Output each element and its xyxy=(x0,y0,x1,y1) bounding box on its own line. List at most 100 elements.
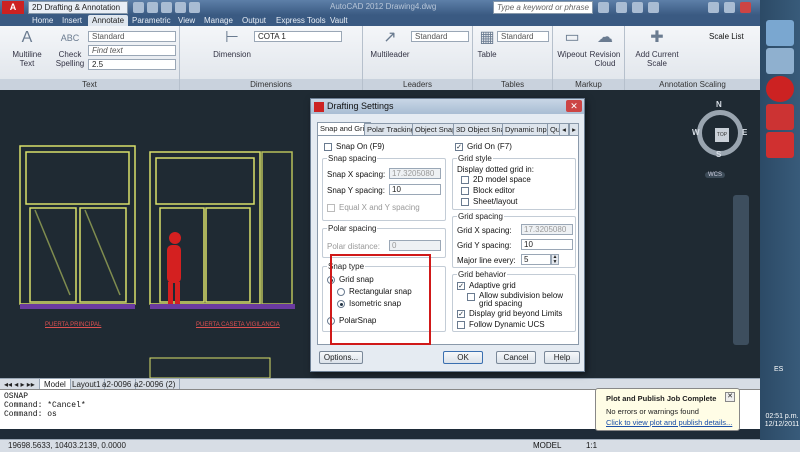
close-icon[interactable] xyxy=(740,2,751,13)
wipeout-button[interactable]: ▭ Wipeout xyxy=(557,28,587,59)
tab-insert[interactable]: Insert xyxy=(58,15,86,26)
grid-x-input[interactable]: 17.3205080 xyxy=(521,224,573,235)
tab-express-tools[interactable]: Express Tools xyxy=(272,15,330,26)
clock-time: 02:51 p.m. xyxy=(765,413,799,420)
dim-style-select[interactable]: COTA 1 xyxy=(254,31,342,42)
grid-y-input[interactable]: 10 xyxy=(521,239,573,250)
tab-polar-tracking[interactable]: Polar Tracking xyxy=(364,123,418,135)
left-floor-strip xyxy=(20,304,135,309)
add-current-scale-button[interactable]: ✚ Add Current Scale xyxy=(629,28,685,68)
equal-spacing-checkbox[interactable] xyxy=(327,204,335,212)
system-clock[interactable]: 02:51 p.m. 12/12/2011 xyxy=(764,413,800,429)
annotation-scaling-panel-title[interactable]: Annotation Scaling xyxy=(625,79,760,90)
tab-home[interactable]: Home xyxy=(28,15,57,26)
acrobat-icon[interactable] xyxy=(766,104,794,130)
dimensions-panel-title[interactable]: Dimensions xyxy=(180,79,362,90)
save-icon[interactable] xyxy=(161,2,172,13)
subdivision-label: Allow subdivision below grid spacing xyxy=(479,291,564,308)
help-button[interactable]: Help xyxy=(544,351,580,364)
major-line-spinner[interactable]: ▲ ▼ xyxy=(551,254,559,265)
text-style-select[interactable]: Standard xyxy=(88,31,176,42)
compass-e: E xyxy=(742,128,748,137)
star-icon[interactable] xyxy=(632,2,643,13)
dialog-title-bar[interactable]: Drafting Settings ✕ xyxy=(311,99,584,114)
locale-indicator[interactable]: ES xyxy=(774,366,783,373)
minimize-icon[interactable] xyxy=(708,2,719,13)
major-line-input[interactable]: 5 xyxy=(521,254,551,265)
check-spelling-button[interactable]: ABC Check Spelling xyxy=(52,28,88,68)
undo-icon[interactable] xyxy=(175,2,186,13)
maximize-icon[interactable] xyxy=(724,2,735,13)
plot-complete-notification[interactable]: Plot and Publish Job Complete No errors … xyxy=(595,388,740,431)
leaders-panel-title[interactable]: Leaders xyxy=(363,79,472,90)
table-button[interactable]: ▦ Table xyxy=(475,28,499,59)
multiline-text-label: Multiline Text xyxy=(12,50,42,68)
search-input[interactable]: Type a keyword or phrase xyxy=(493,1,593,14)
workspace-select[interactable]: 2D Drafting & Annotation xyxy=(28,1,128,14)
dialog-close-button[interactable]: ✕ xyxy=(566,100,582,112)
annotation-scale[interactable]: 1:1 xyxy=(586,440,597,452)
scale-list-button[interactable]: Scale List xyxy=(709,32,744,41)
search-icon[interactable] xyxy=(598,2,609,13)
view-cube-top[interactable]: TOP xyxy=(715,128,729,142)
text-height-select[interactable]: 2.5 xyxy=(88,59,176,70)
coordinate-readout[interactable]: 19698.5633, 10403.2139, 0.0000 xyxy=(8,440,126,452)
tab-scroll-right[interactable]: ▸ xyxy=(569,123,579,135)
tab-annotate[interactable]: Annotate xyxy=(88,15,129,26)
tab-manage[interactable]: Manage xyxy=(200,15,237,26)
snap-y-input[interactable]: 10 xyxy=(389,184,441,195)
revision-cloud-button[interactable]: ☁ Revision Cloud xyxy=(589,28,621,68)
snap-on-checkbox[interactable] xyxy=(324,143,332,151)
ok-button[interactable]: OK xyxy=(443,351,483,364)
tab-view[interactable]: View xyxy=(174,15,199,26)
redo-icon[interactable] xyxy=(189,2,200,13)
tab-output[interactable]: Output xyxy=(238,15,270,26)
markup-panel-title[interactable]: Markup xyxy=(553,79,624,90)
tab-parametric[interactable]: Parametric xyxy=(128,15,175,26)
cancel-button[interactable]: Cancel xyxy=(496,351,536,364)
subdivision-checkbox[interactable] xyxy=(467,293,475,301)
app-menu-button[interactable]: A xyxy=(2,1,24,14)
wcs-menu[interactable]: WCS xyxy=(705,172,725,178)
model-space-checkbox[interactable] xyxy=(461,176,469,184)
notification-details-link[interactable]: Click to view plot and publish details..… xyxy=(606,418,732,427)
follow-ucs-checkbox[interactable] xyxy=(457,321,465,329)
tab-scroll-left[interactable]: ◂ xyxy=(559,123,569,135)
grid-style-group: Grid style Display dotted grid in: 2D mo… xyxy=(452,154,576,210)
multileader-button[interactable]: ↗ Multileader xyxy=(367,28,413,59)
leader-style-select[interactable]: Standard xyxy=(411,31,469,42)
snap-type-highlight-box xyxy=(330,254,431,345)
find-text-input[interactable]: Find text xyxy=(88,45,176,56)
block-editor-checkbox[interactable] xyxy=(461,187,469,195)
ribbon: A Multiline Text ABC Check Spelling Stan… xyxy=(0,26,760,90)
beyond-limits-checkbox[interactable]: ✓ xyxy=(457,310,465,318)
app-icon-2[interactable] xyxy=(766,48,794,74)
label-puerta-caseta: PUERTA CASETA VIGILANCIA xyxy=(196,322,280,328)
help-icon[interactable] xyxy=(648,2,659,13)
sheet-layout-checkbox[interactable] xyxy=(461,198,469,206)
snap-x-input[interactable]: 17.3205080 xyxy=(389,168,441,179)
options-button[interactable]: Options... xyxy=(319,351,363,364)
opera-icon[interactable] xyxy=(766,76,794,102)
text-panel-title[interactable]: Text xyxy=(0,79,179,90)
solidworks-icon[interactable] xyxy=(766,132,794,158)
infocenter-icon[interactable] xyxy=(616,2,627,13)
app-icon-1[interactable] xyxy=(766,20,794,46)
dimension-button[interactable]: ⊢ Dimension xyxy=(210,28,254,59)
open-icon[interactable] xyxy=(147,2,158,13)
adaptive-grid-checkbox[interactable]: ✓ xyxy=(457,282,465,290)
table-icon: ▦ xyxy=(479,29,495,46)
new-icon[interactable] xyxy=(133,2,144,13)
multiline-text-button[interactable]: A Multiline Text xyxy=(6,28,48,68)
polar-distance-input[interactable]: 0 xyxy=(389,240,441,251)
multileader-icon: ↗ xyxy=(383,29,397,46)
table-style-select[interactable]: Standard xyxy=(497,31,549,42)
notification-close-icon[interactable]: ✕ xyxy=(725,392,735,402)
sheet-layout-label: Sheet/layout xyxy=(473,197,518,206)
tab-vault[interactable]: Vault xyxy=(326,15,352,26)
navigation-bar[interactable] xyxy=(733,195,749,345)
grid-on-checkbox[interactable]: ✓ xyxy=(455,143,463,151)
compass-s: S xyxy=(716,150,722,159)
model-space-toggle[interactable]: MODEL xyxy=(533,440,561,452)
tables-panel-title[interactable]: Tables xyxy=(473,79,552,90)
